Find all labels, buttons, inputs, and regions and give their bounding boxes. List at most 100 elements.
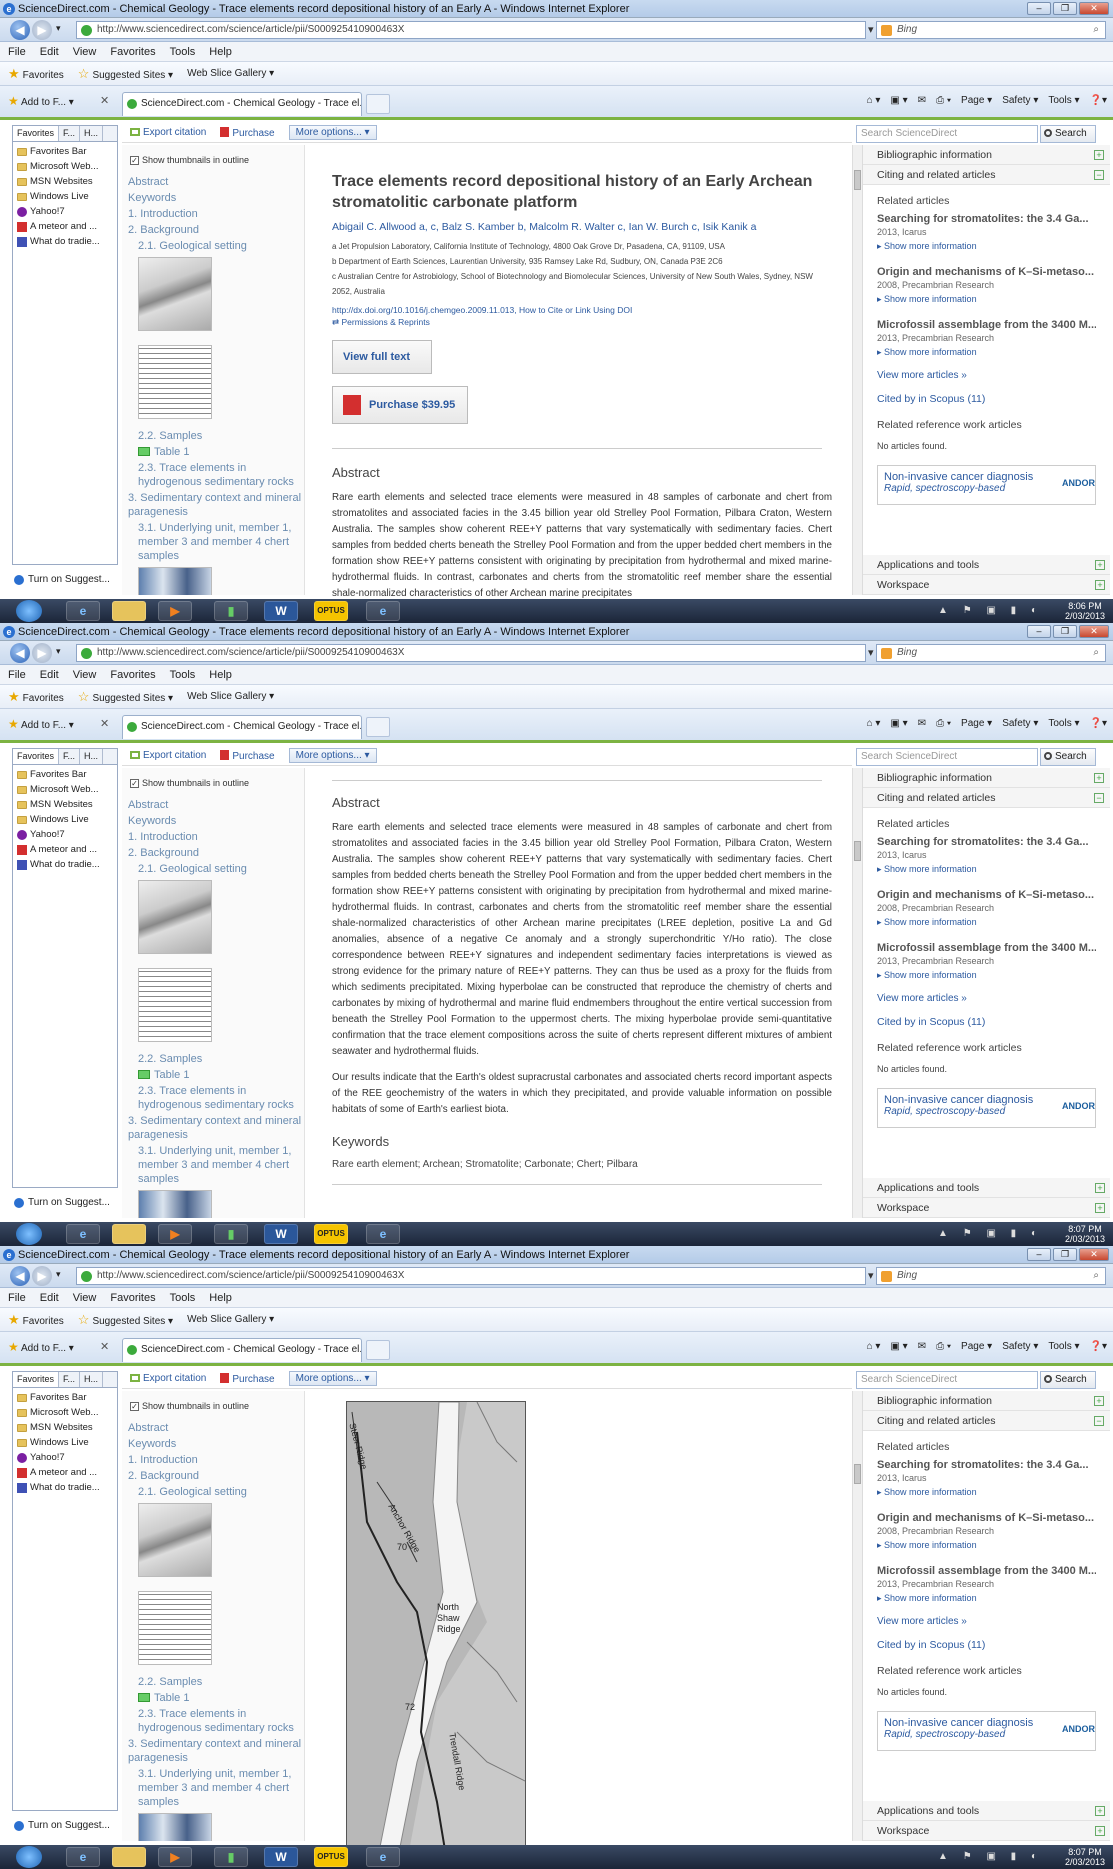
tab-favorites[interactable]: Favorites — [13, 126, 60, 141]
menu-view[interactable]: View — [73, 42, 97, 61]
advertisement[interactable]: Non-invasive cancer diagnosis Rapid, spe… — [877, 465, 1096, 505]
forward-button[interactable]: ▶ — [32, 643, 52, 663]
expand-icon[interactable]: + — [1095, 1203, 1105, 1213]
search-icon[interactable]: ⌕ — [1093, 22, 1099, 38]
related-article-title[interactable]: Searching for stromatolites: the 3.4 Ga.… — [877, 1459, 1096, 1471]
outline-table-1[interactable]: Table 1 — [138, 1068, 189, 1082]
expand-icon[interactable]: + — [1095, 1806, 1105, 1816]
collapse-icon[interactable]: − — [1094, 793, 1104, 803]
suggested-sites[interactable]: ☆ Suggested Sites ▾ — [78, 66, 173, 82]
related-article-title[interactable]: Origin and mechanisms of K–Si-metaso... — [877, 1512, 1096, 1524]
address-dropdown-icon[interactable]: ▾ — [868, 21, 874, 39]
figure-thumbnail[interactable] — [138, 1503, 212, 1577]
media-player-icon[interactable]: ▶ — [158, 1847, 192, 1867]
new-tab-button[interactable] — [366, 94, 390, 114]
outline-abstract[interactable]: Abstract — [128, 1421, 168, 1435]
tab-history[interactable]: H... — [80, 1372, 104, 1387]
address-bar[interactable]: http://www.sciencedirect.com/science/art… — [76, 1267, 866, 1285]
outline-sedimentary-context[interactable]: 3. Sedimentary context and mineral — [128, 1114, 301, 1128]
history-dropdown-icon[interactable]: ▾ — [56, 23, 61, 34]
show-more-link[interactable]: Show more information — [877, 347, 1096, 358]
expand-icon[interactable]: + — [1094, 773, 1104, 783]
outline-sedimentary-context[interactable]: 3. Sedimentary context and mineral — [128, 1737, 301, 1751]
list-item[interactable]: Windows Live — [17, 1435, 113, 1450]
menu-favorites[interactable]: Favorites — [110, 665, 155, 684]
list-item[interactable]: What do tradie... — [17, 857, 113, 872]
purchase-link[interactable]: Purchase — [220, 126, 275, 139]
show-more-link[interactable]: Show more information — [877, 1540, 1096, 1551]
optus-icon[interactable]: OPTUS — [314, 601, 348, 621]
figure-thumbnail[interactable] — [138, 1190, 212, 1218]
optus-icon[interactable]: OPTUS — [314, 1224, 348, 1244]
figure-thumbnail[interactable] — [138, 257, 212, 331]
forward-button[interactable]: ▶ — [32, 20, 52, 40]
list-item[interactable]: Yahoo!7 — [17, 204, 113, 219]
list-item[interactable]: Yahoo!7 — [17, 827, 113, 842]
help-icon[interactable]: ❓▾ — [1090, 95, 1107, 106]
web-slice-gallery[interactable]: Web Slice Gallery ▾ — [187, 1314, 274, 1325]
list-item[interactable]: Windows Live — [17, 812, 113, 827]
tools-menu[interactable]: Tools ▾ — [1048, 95, 1079, 106]
start-button[interactable] — [16, 1223, 42, 1245]
outline-trace-elements[interactable]: 2.3. Trace elements in — [138, 461, 246, 475]
outline-underlying-unit[interactable]: 3.1. Underlying unit, member 1, — [138, 1767, 291, 1781]
app-icon[interactable]: ▮ — [214, 601, 248, 621]
menu-file[interactable]: File — [8, 665, 26, 684]
export-citation-link[interactable]: Export citation — [130, 127, 206, 138]
address-dropdown-icon[interactable]: ▾ — [868, 644, 874, 662]
list-item[interactable]: A meteor and ... — [17, 842, 113, 857]
address-bar[interactable]: http://www.sciencedirect.com/science/art… — [76, 21, 866, 39]
citing-related-header[interactable]: Citing and related articles − — [863, 788, 1110, 808]
clock[interactable]: 8:07 PM 2/03/2013 — [1065, 1224, 1105, 1244]
tools-menu[interactable]: Tools ▾ — [1048, 718, 1079, 729]
outline-sedimentary-context-cont[interactable]: paragenesis — [128, 1751, 188, 1765]
tab-history[interactable]: H... — [80, 126, 104, 141]
search-icon[interactable]: ⌕ — [1093, 1268, 1099, 1284]
outline-underlying-unit[interactable]: 3.1. Underlying unit, member 1, — [138, 521, 291, 535]
minimize-button[interactable]: – — [1027, 2, 1051, 15]
related-article-title[interactable]: Origin and mechanisms of K–Si-metaso... — [877, 889, 1096, 901]
search-box[interactable]: Bing ⌕ — [876, 644, 1106, 662]
collapse-icon[interactable]: − — [1094, 170, 1104, 180]
outline-background[interactable]: 2. Background — [128, 1469, 199, 1483]
menu-help[interactable]: Help — [209, 665, 232, 684]
explorer-icon[interactable] — [112, 1224, 146, 1244]
view-more-articles-link[interactable]: View more articles » — [877, 1616, 1096, 1627]
search-icon[interactable]: ⌕ — [1093, 645, 1099, 661]
outline-abstract[interactable]: Abstract — [128, 798, 168, 812]
help-icon[interactable]: ❓▾ — [1090, 1341, 1107, 1352]
feeds-icon[interactable]: ▣ ▾ — [890, 1341, 907, 1352]
menu-tools[interactable]: Tools — [170, 665, 196, 684]
purchase-pdf-button[interactable]: Purchase $39.95 — [332, 386, 468, 424]
figure-thumbnail[interactable] — [138, 968, 212, 1042]
system-tray-icons[interactable]: ▲ ⚑ ▣ ▮ ◐ — [938, 605, 1043, 616]
menu-edit[interactable]: Edit — [40, 665, 59, 684]
mail-icon[interactable]: ✉ — [918, 1341, 926, 1352]
new-tab-button[interactable] — [366, 717, 390, 737]
search-button[interactable]: Search — [1040, 748, 1096, 766]
outline-underlying-unit-cont2[interactable]: samples — [138, 1795, 179, 1809]
turn-on-suggested-sites[interactable]: Turn on Suggest... — [14, 1197, 110, 1208]
list-item[interactable]: Microsoft Web... — [17, 1405, 113, 1420]
list-item[interactable]: Yahoo!7 — [17, 1450, 113, 1465]
back-button[interactable]: ◀ — [10, 20, 30, 40]
menu-help[interactable]: Help — [209, 42, 232, 61]
workspace-header[interactable]: Workspace + — [863, 1198, 1110, 1218]
menu-file[interactable]: File — [8, 42, 26, 61]
applications-tools-header[interactable]: Applications and tools + — [863, 1178, 1110, 1198]
mail-icon[interactable]: ✉ — [918, 95, 926, 106]
more-options-button[interactable]: More options... ▾ — [288, 125, 377, 140]
app-icon[interactable]: ▮ — [214, 1847, 248, 1867]
purchase-link[interactable]: Purchase — [220, 1372, 275, 1385]
explorer-icon[interactable] — [112, 601, 146, 621]
media-player-icon[interactable]: ▶ — [158, 601, 192, 621]
ie-icon[interactable]: e — [66, 1847, 100, 1867]
history-dropdown-icon[interactable]: ▾ — [56, 646, 61, 657]
expand-icon[interactable]: + — [1095, 580, 1105, 590]
start-button[interactable] — [16, 1846, 42, 1868]
outline-trace-elements[interactable]: 2.3. Trace elements in — [138, 1084, 246, 1098]
list-item[interactable]: Microsoft Web... — [17, 782, 113, 797]
minimize-button[interactable]: – — [1027, 1248, 1051, 1261]
related-article-title[interactable]: Searching for stromatolites: the 3.4 Ga.… — [877, 836, 1096, 848]
suggested-sites[interactable]: ☆ Suggested Sites ▾ — [78, 689, 173, 705]
